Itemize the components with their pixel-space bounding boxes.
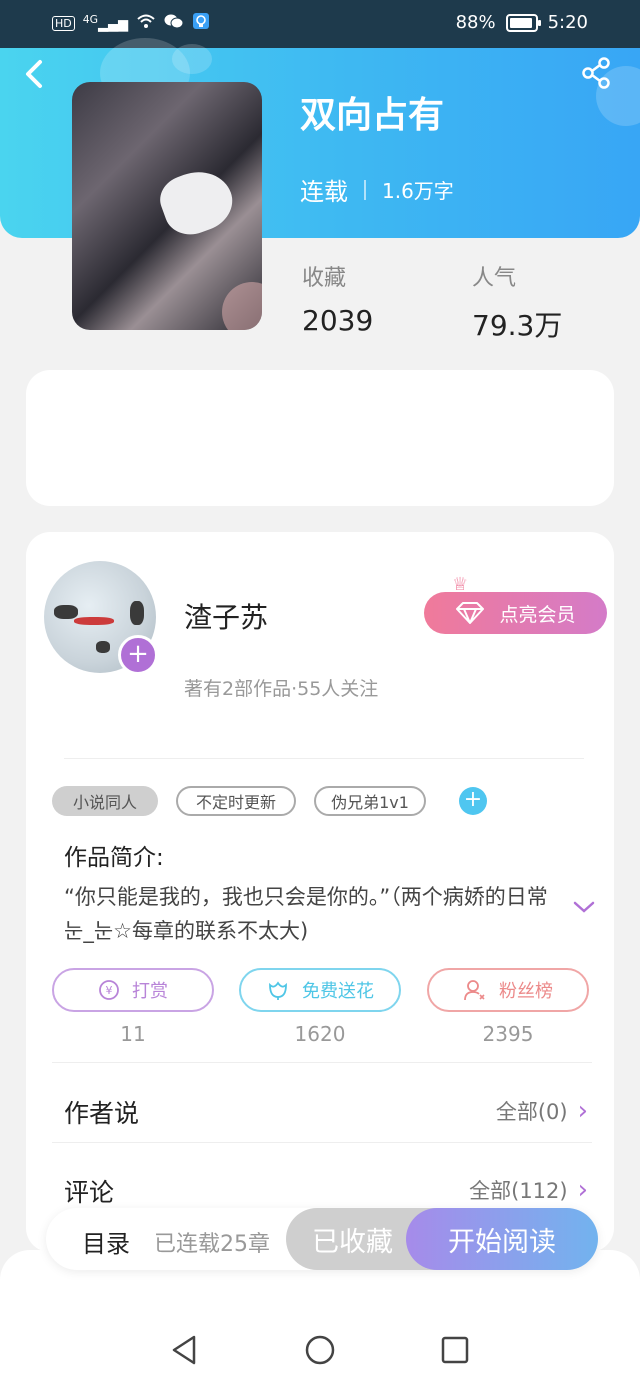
flower-count: 1620 — [294, 1022, 346, 1046]
author-name[interactable]: 渣子苏 — [184, 596, 268, 636]
blank-card — [26, 370, 614, 506]
back-button[interactable] — [20, 58, 52, 90]
comments-label: 评论 — [64, 1178, 115, 1207]
book-meta: 连载 1.6万字 — [300, 172, 454, 207]
author-says-label: 作者说 — [64, 1099, 140, 1128]
square-recents-icon — [441, 1336, 469, 1364]
share-button[interactable] — [580, 56, 614, 90]
send-flower-button[interactable]: 免费送花 — [239, 968, 401, 1012]
wechat-icon — [164, 13, 184, 33]
nav-recents-button[interactable] — [440, 1334, 470, 1370]
divider — [64, 758, 584, 759]
diamond-icon — [456, 602, 485, 624]
battery-icon — [505, 13, 541, 32]
serial-status: 连载 — [300, 178, 348, 206]
status-bar: HD 4G▂▄▆ 88% 5:20 — [0, 0, 640, 48]
svg-text:¥: ¥ — [106, 984, 113, 997]
fan-ranking-label: 粉丝榜 — [499, 981, 553, 1002]
author-stats: 著有2部作品·55人关注 — [184, 678, 379, 700]
expand-intro-button[interactable] — [572, 896, 596, 921]
intro-label: 作品简介: — [64, 845, 164, 871]
stat-value: 79.3万 — [472, 309, 563, 342]
send-flower-label: 免费送花 — [302, 981, 374, 1002]
book-cover[interactable] — [72, 82, 262, 330]
triangle-back-icon — [172, 1335, 196, 1365]
tag-item[interactable]: 不定时更新 — [176, 786, 296, 816]
stat-value: 2039 — [302, 304, 374, 337]
battery-percent: 88% — [455, 12, 496, 33]
stat-popularity: 人气 79.3万 — [472, 260, 562, 344]
stat-favorites: 收藏 2039 — [302, 260, 373, 337]
fan-count: 2395 — [482, 1022, 534, 1046]
vip-label: 点亮会员 — [499, 603, 576, 626]
tip-button[interactable]: ¥ 打赏 — [52, 968, 214, 1012]
clock: 5:20 — [547, 12, 588, 33]
chevron-left-icon — [26, 60, 42, 88]
chevron-right-icon: › — [577, 1175, 588, 1205]
hd-icon: HD — [52, 15, 75, 31]
tip-label: 打赏 — [132, 981, 168, 1002]
fan-icon — [464, 980, 485, 1001]
chapter-count: 已连载25章 — [154, 1232, 270, 1257]
coin-icon: ¥ — [99, 980, 119, 1000]
stat-label: 收藏 — [302, 266, 347, 291]
comments-count: 全部(112) — [469, 1179, 568, 1203]
signal-icon: 4G▂▄▆ — [82, 13, 129, 33]
stat-label: 人气 — [472, 266, 517, 291]
add-tag-button[interactable]: + — [459, 787, 487, 815]
toc-button[interactable]: 目录 — [82, 1224, 130, 1259]
word-count: 1.6万字 — [382, 179, 454, 203]
start-reading-button[interactable]: 开始阅读 — [406, 1208, 598, 1270]
nav-home-button[interactable] — [304, 1334, 336, 1370]
comments-all-link[interactable]: 全部(112) › — [469, 1175, 588, 1205]
fan-ranking-button[interactable]: 粉丝榜 — [427, 968, 589, 1012]
tag-item[interactable]: 小说同人 — [52, 786, 158, 816]
bulb-icon — [192, 12, 210, 34]
meta-divider — [364, 179, 366, 200]
chevron-down-icon — [573, 901, 595, 913]
share-icon — [582, 57, 610, 89]
wifi-icon — [136, 13, 156, 33]
tag-item[interactable]: 伪兄弟1v1 — [314, 786, 426, 816]
nav-back-button[interactable] — [170, 1334, 198, 1370]
vip-button[interactable]: 点亮会员 — [424, 592, 607, 634]
circle-home-icon — [305, 1335, 335, 1365]
author-says-all-link[interactable]: 全部(0) › — [496, 1096, 588, 1126]
follow-author-button[interactable]: + — [118, 635, 158, 675]
author-says-count: 全部(0) — [495, 1100, 568, 1124]
intro-text: “你只能是我的，我也只会是你的。”（两个病娇的日常눈_눈☆每章的联系不太大) — [64, 885, 548, 943]
tip-count: 11 — [120, 1022, 146, 1046]
divider — [52, 1142, 592, 1143]
chevron-right-icon: › — [577, 1096, 588, 1126]
flower-icon — [269, 981, 287, 1000]
divider — [52, 1062, 592, 1063]
book-title: 双向占有 — [300, 95, 445, 136]
